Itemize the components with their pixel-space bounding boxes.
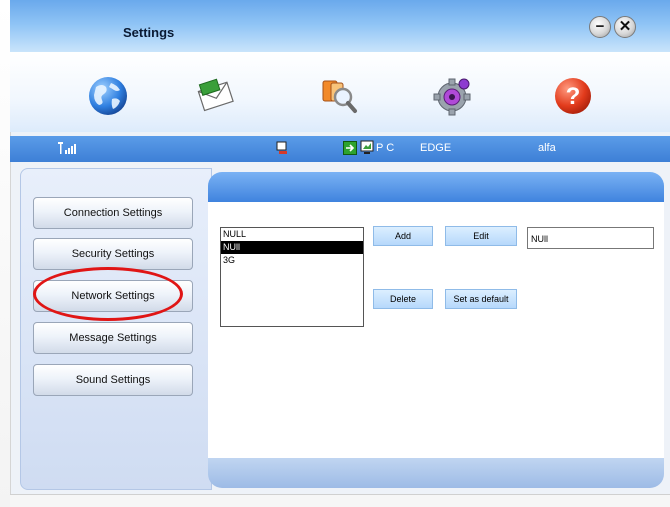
network-type-label: EDGE [420, 142, 452, 154]
list-item-selected[interactable]: NUll [221, 241, 363, 254]
profile-name-field[interactable]: NUll [527, 227, 654, 249]
window-title: Settings [123, 25, 175, 40]
close-icon: ✕ [618, 18, 632, 35]
bottom-strip [10, 494, 670, 507]
sidebar-item-connection-settings[interactable]: Connection Settings [33, 197, 193, 229]
minimize-button[interactable]: − [589, 16, 611, 38]
signal-strength-icon [58, 142, 76, 154]
list-item[interactable]: NULL [221, 228, 363, 241]
phonebook-toolbar-button[interactable] [317, 73, 361, 117]
list-item[interactable]: 3G [221, 254, 363, 267]
operator-label: alfa [538, 142, 556, 154]
help-icon: ? [555, 78, 591, 114]
settings-window: Settings − ✕ ? P C EDGE alfa Connection … [0, 0, 670, 507]
red-highlight-ellipse [33, 267, 183, 321]
device-status-icon [276, 141, 287, 154]
svg-text:?: ? [566, 83, 581, 110]
pc-mode-icon [360, 140, 374, 154]
settings-toolbar-button[interactable] [431, 73, 475, 117]
internet-toolbar-button[interactable] [86, 73, 130, 117]
title-bar[interactable]: Settings − ✕ [10, 0, 670, 52]
status-bar: P C EDGE alfa [10, 136, 670, 162]
close-button[interactable]: ✕ [614, 16, 636, 38]
set-as-default-button[interactable]: Set as default [445, 289, 517, 309]
add-button[interactable]: Add [373, 226, 433, 246]
edit-button[interactable]: Edit [445, 226, 517, 246]
profile-listbox[interactable]: NULL NUll 3G [220, 227, 364, 327]
connection-mode-label: P C [376, 142, 395, 154]
gear-settings-icon [433, 78, 471, 116]
sidebar-item-message-settings[interactable]: Message Settings [33, 322, 193, 354]
sms-toolbar-button[interactable] [195, 73, 239, 117]
panel-footer [208, 458, 664, 488]
sidebar-item-security-settings[interactable]: Security Settings [33, 238, 193, 270]
phonebook-search-icon [322, 80, 357, 113]
minimize-icon: − [595, 18, 605, 35]
panel-header [208, 172, 664, 202]
help-toolbar-button[interactable]: ? [551, 73, 595, 117]
connection-arrow-icon [343, 141, 357, 155]
globe-icon [89, 77, 127, 115]
envelope-icon [197, 78, 234, 112]
sidebar-item-sound-settings[interactable]: Sound Settings [33, 364, 193, 396]
delete-button[interactable]: Delete [373, 289, 433, 309]
